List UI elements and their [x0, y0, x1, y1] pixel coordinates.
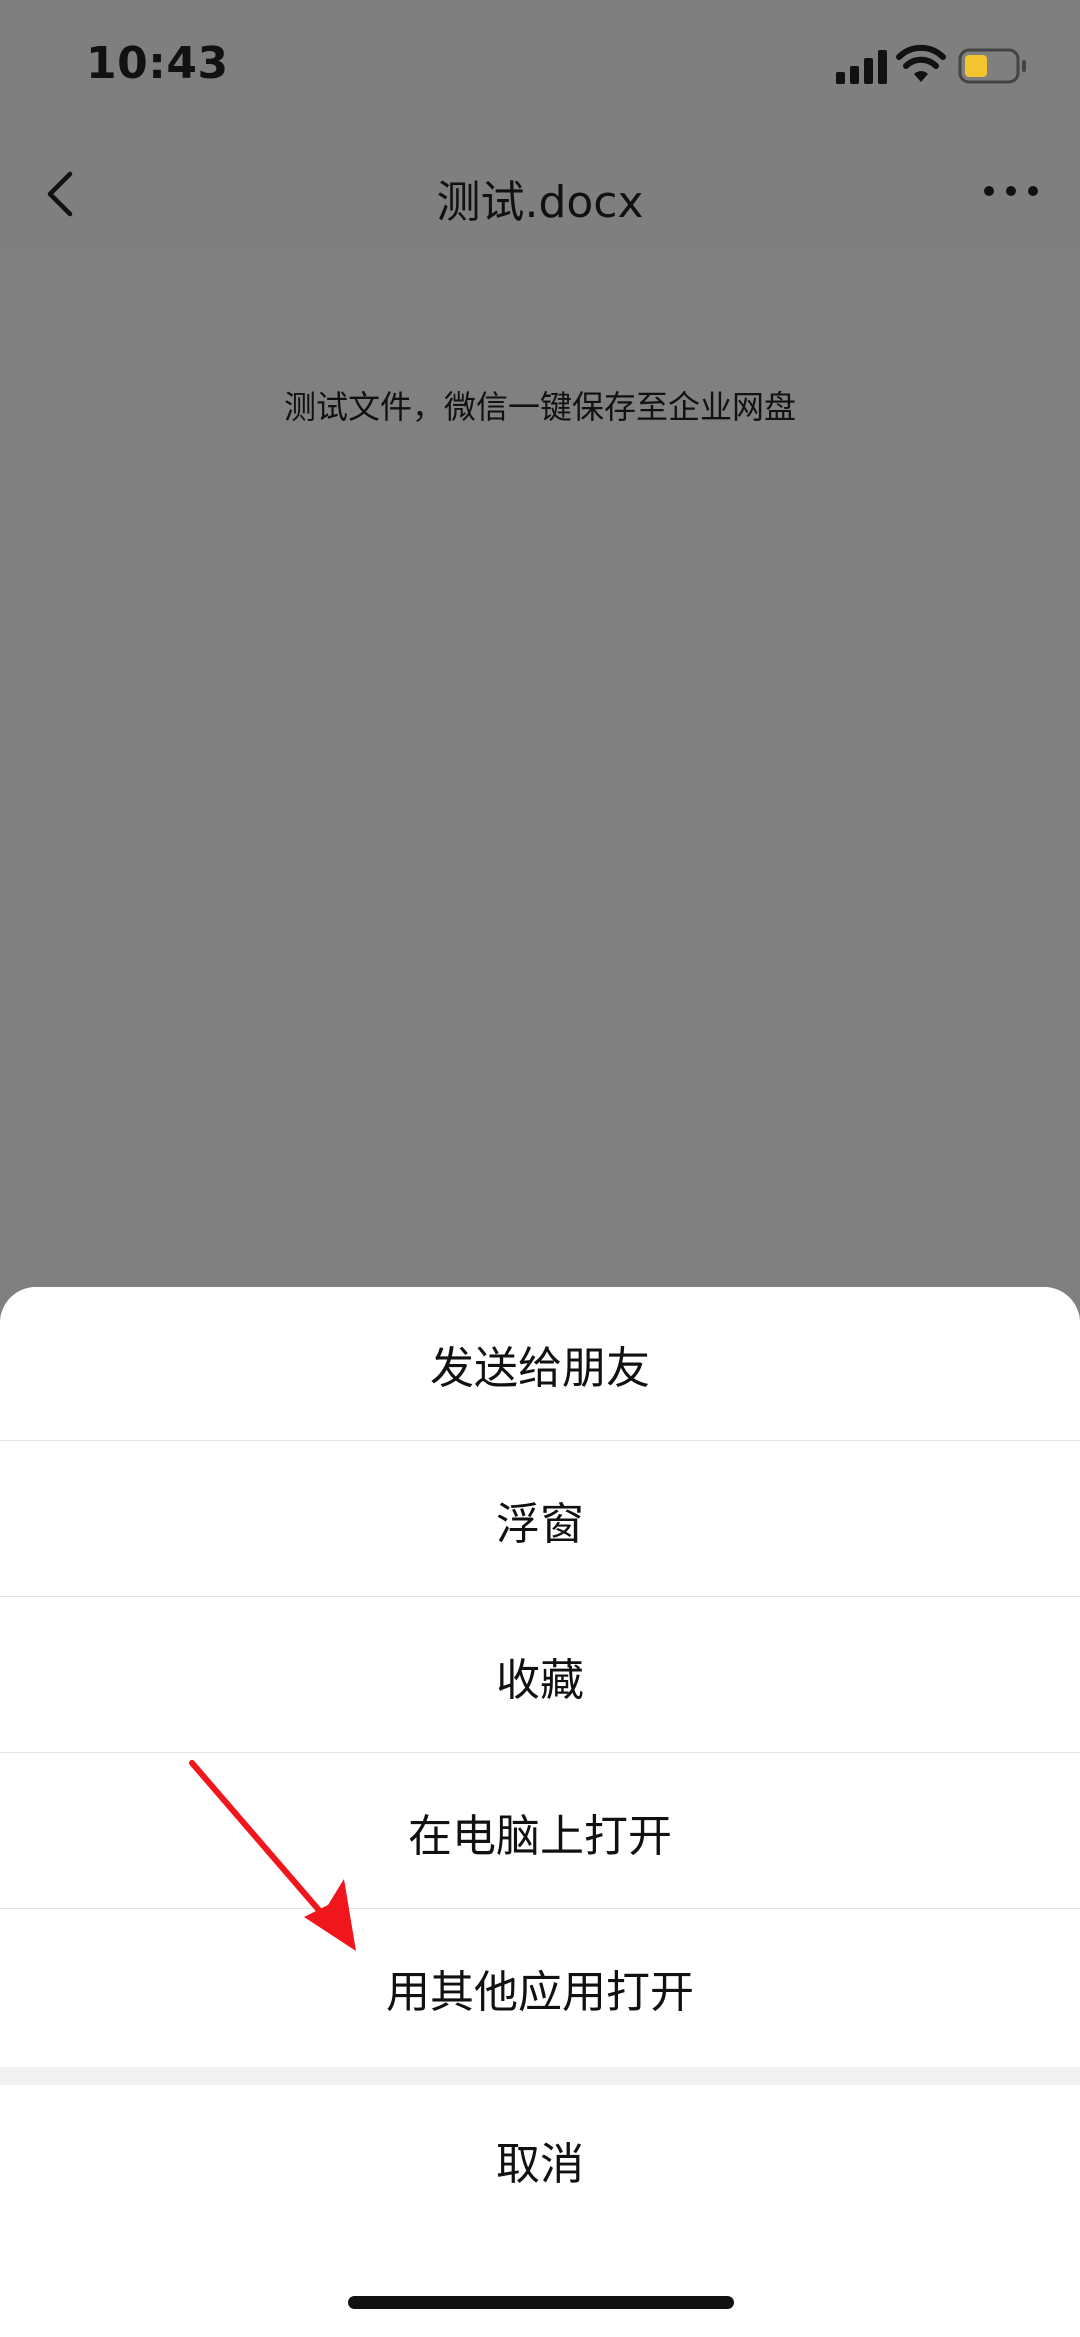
sheet-divider: [0, 2067, 1080, 2085]
open-on-computer-button[interactable]: 在电脑上打开: [0, 1755, 1080, 1909]
favorite-button[interactable]: 收藏: [0, 1599, 1080, 1753]
status-time: 10:43: [86, 38, 229, 89]
more-icon[interactable]: [984, 180, 1040, 200]
battery-icon: [958, 48, 1026, 84]
page-title: 测试.docx: [436, 177, 644, 228]
document-text: 测试文件，微信一键保存至企业网盘: [283, 388, 796, 426]
floating-window-button[interactable]: 浮窗: [0, 1443, 1080, 1597]
action-sheet: 发送给朋友 浮窗 收藏 在电脑上打开 用其他应用打开 取消: [0, 1287, 1080, 2337]
nav-bar: 测试.docx: [0, 134, 1080, 253]
open-with-other-app-button[interactable]: 用其他应用打开: [0, 1911, 1080, 2065]
home-indicator: [348, 2296, 734, 2309]
wifi-icon: [896, 44, 946, 82]
cancel-button[interactable]: 取消: [0, 2085, 1080, 2235]
document-content: 测试文件，微信一键保存至企业网盘: [0, 252, 1080, 1287]
arrow-annotation: [189, 1760, 356, 1951]
status-bar: 10:43: [0, 0, 1080, 134]
send-to-friend-button[interactable]: 发送给朋友: [0, 1287, 1080, 1441]
signal-icon: [836, 50, 890, 84]
